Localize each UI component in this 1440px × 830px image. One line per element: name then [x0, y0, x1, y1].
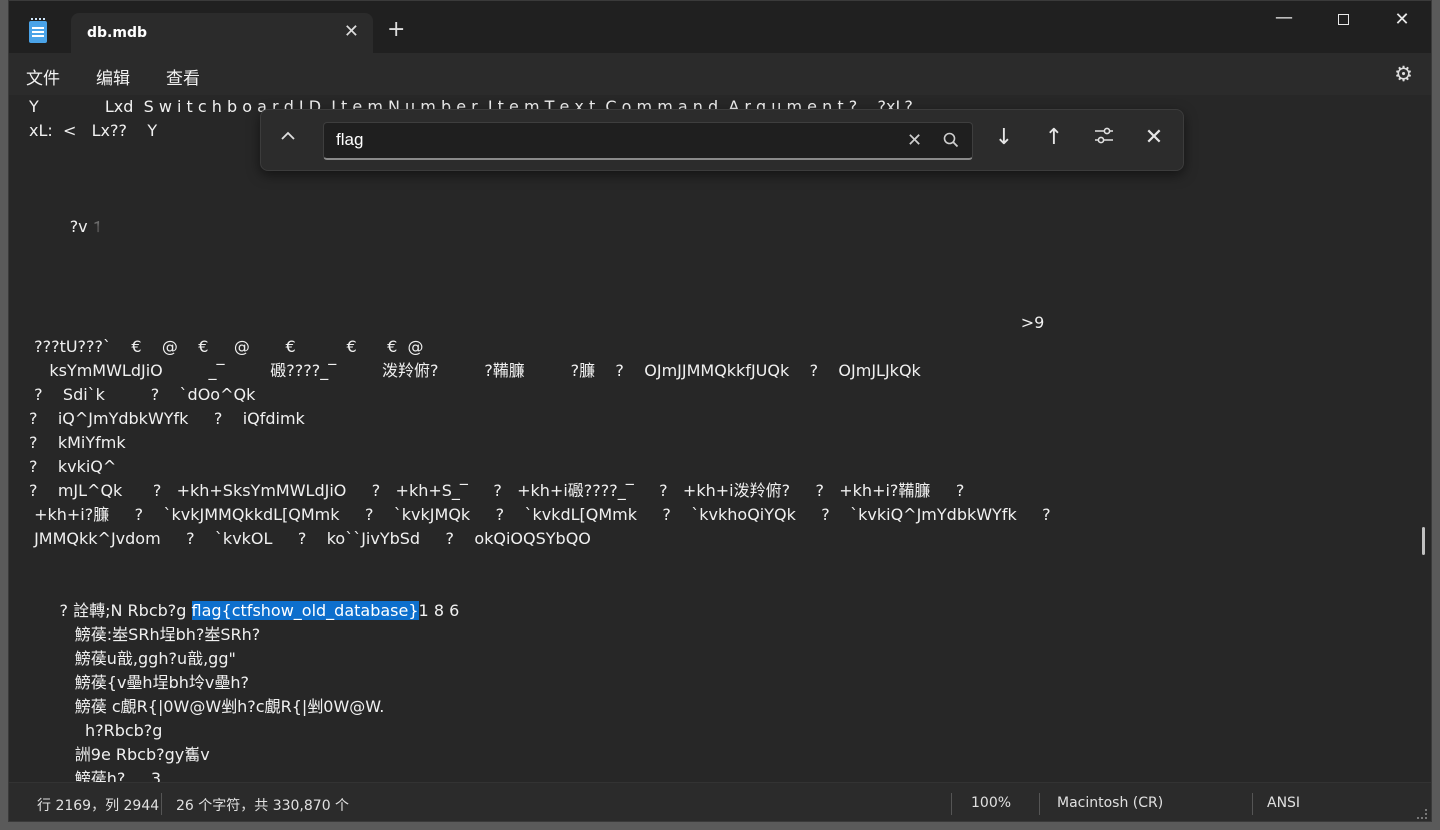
menu-edit[interactable]: 编辑 [96, 64, 130, 89]
line-ending[interactable]: Macintosh (CR) [1057, 795, 1163, 811]
notepad-window: db.mdb ✕ + — ✕ 文件 编辑 查看 ⚙ Y ️ ️ ️ ️ ️️ L… [8, 0, 1432, 822]
search-match-highlight: flag{ctfshow_old_database} [191, 601, 419, 620]
maximize-icon [1337, 14, 1349, 25]
find-input[interactable] [336, 130, 876, 150]
editor-line: ️x️️L️️️️️: < Lx?? Y [29, 121, 158, 140]
editor-line: ? iQ^JmYdbkWYfk️ ️️ ? iQfdimk️ ️ [29, 409, 326, 428]
title-bar: db.mdb ✕ + — ✕ [9, 1, 1431, 53]
editor-line: ️ ️️ ️ ️ ️ 鰟葔 c覰️R{|0W@W剉️h?c覰️R{|剉0W@W. [29, 697, 385, 716]
find-previous-button[interactable]: ↑ [1039, 125, 1069, 150]
find-next-button[interactable]: ↓ [989, 125, 1019, 150]
editor-line: ️ ksYmMWLdJiO️ ️️ ️ _‾️ ️️ ️ 磤????_‾️ ️️… [29, 361, 921, 380]
find-options-button[interactable] [1089, 125, 1119, 153]
menu-bar: 文件 编辑 查看 ⚙ [9, 53, 1431, 95]
editor-line: ? kvkiQ^️ ️ [29, 457, 137, 476]
tab-close-icon[interactable]: ✕ [344, 21, 359, 42]
editor-line: ️ ️ ️ ️️>️9 [29, 313, 1045, 332]
vertical-scrollbar-thumb[interactable] [1422, 527, 1425, 555]
editor-line: ️️ ? Sdi`k️ ️ ? `dOo^Qk️ ️ [29, 385, 276, 404]
minimize-button[interactable]: — [1264, 7, 1304, 28]
resize-grip-icon[interactable] [1417, 809, 1427, 819]
status-divider [1252, 793, 1253, 815]
status-divider [951, 793, 952, 815]
encoding[interactable]: ANSI [1267, 795, 1300, 811]
find-input-box: ✕ [323, 122, 973, 160]
find-panel: ✕ ↓ ↑ ✕ [260, 109, 1184, 171]
character-count: 26 个字符，共 330,870 个 [176, 798, 350, 814]
editor-line: ️️️️️ ️ ?v️1️ [29, 217, 108, 236]
status-divider [161, 793, 162, 815]
settings-gear-icon[interactable]: ⚙ [1394, 62, 1413, 86]
new-tab-button[interactable]: + [387, 19, 405, 41]
text-editor[interactable]: Y ️ ️ ️ ️ ️️ Lxd ️ S w i t c h b o a r d… [9, 95, 1431, 782]
menu-file[interactable]: 文件 [26, 64, 60, 89]
editor-line: ️ ️️ ️ ️ ️ 鰟葔:峚S️Rh埕bh?峚S️Rh? ️ [29, 625, 266, 644]
editor-line: ️ JMMQkk^Jvdom️ ️️ ? ️ `kvkOL️ ️️ ? ️ ko… [29, 529, 612, 548]
editor-line: ️ ️️ ️ ️h?Rbcb?g️ ️ [29, 721, 168, 740]
editor-line: ️ ️️ ️ ️ ️ 鰟葔️u戠,g️g️h?u戠,g️g" ️ [29, 649, 241, 668]
editor-line: ️ ️️ ️ ️ ️ 詶9e Rbcb?gy雟v️ ️ [29, 745, 215, 764]
search-icon[interactable] [942, 131, 960, 149]
editor-line: ️ ️️ ️ ️ ️ 鰟葔️h? 3 ️ ️ [29, 769, 172, 782]
tab-title: db.mdb [87, 25, 147, 41]
notepad-app-icon [29, 18, 47, 43]
close-find-button[interactable]: ✕ [1139, 125, 1169, 150]
line-text-before-match: ️ ️ ️ ️ ️? 詮轉;N Rbcb?g [29, 601, 192, 620]
line-text-after-match: 1 8 6 [418, 601, 460, 620]
status-bar: 行 2169，列 2944 26 个字符，共 330,870 个 100% Ma… [9, 782, 1431, 821]
menu-view[interactable]: 查看 [166, 64, 200, 89]
editor-line: ️ +️kh+️i?️️臁️ ️️ ? ️ `kvkJMMQkkdL[QMmk️… [29, 505, 1051, 524]
editor-line: ???t️U️️️???`️ ️ € ️ @ ️ ️ € ️ ️ @ ️ ️ ️… [29, 337, 480, 356]
zoom-level[interactable]: 100% [971, 795, 1011, 811]
editor-line: ️ ️️ ️ ️ ️ 鰟葔{v壘h埕bh坽v壘h? ️ [29, 673, 255, 692]
status-divider [1039, 793, 1040, 815]
maximize-button[interactable] [1323, 9, 1363, 30]
editor-line: ? kMiYfmk️ ️ [29, 433, 146, 452]
tab-db-mdb[interactable]: db.mdb ✕ [71, 13, 373, 53]
options-sliders-icon [1095, 127, 1113, 144]
editor-line: ? mJL^Qk️ ️ ? ️ +️kh+️SksYmMWLdJiO️ ️️ ?… [29, 481, 965, 500]
editor-line-match: ️ ️ ️ ️ ️? 詮轉;N Rbcb?g flag{ctfshow_old_… [29, 599, 459, 623]
chevron-up-icon [281, 131, 295, 140]
close-window-button[interactable]: ✕ [1382, 9, 1422, 30]
cursor-position: 行 2169，列 2944 [37, 798, 160, 814]
clear-search-icon[interactable]: ✕ [907, 130, 922, 151]
collapse-replace-toggle[interactable] [279, 127, 297, 150]
